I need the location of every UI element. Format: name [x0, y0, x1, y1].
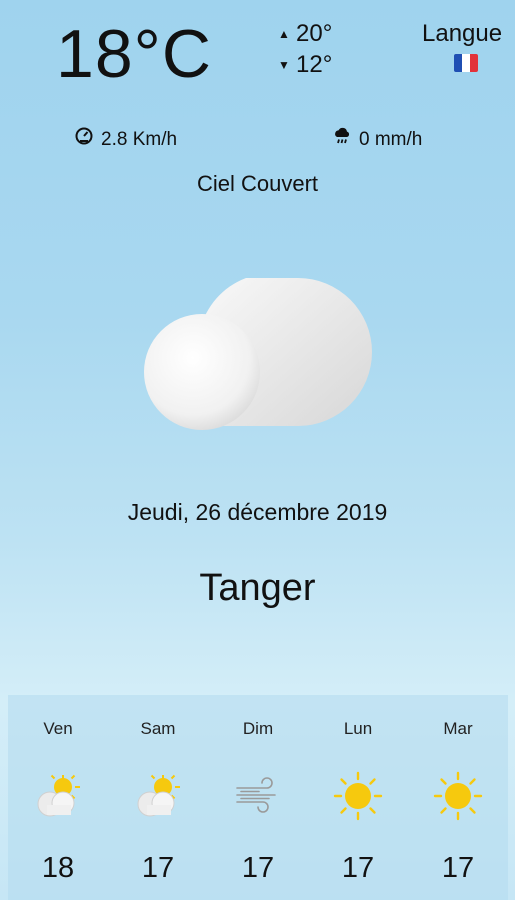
precipitation-value: 0 mm/h	[359, 128, 423, 150]
partly-cloudy-icon	[33, 771, 83, 821]
forecast-day: Dim 17	[208, 695, 308, 900]
current-date: Jeudi, 26 décembre 2019	[127, 499, 388, 525]
wind-speed: 2.8 Km/h	[74, 126, 177, 153]
forecast-day: Mar 17	[408, 695, 508, 900]
wind-speed-value: 2.8 Km/h	[101, 128, 178, 150]
forecast-day-name: Dim	[242, 719, 274, 738]
forecast-panel: Ven 18 Sam 17 Dim 17 Lun 17 Mar 17	[8, 695, 508, 900]
forecast-day-name: Lun	[343, 719, 373, 738]
language-button[interactable]: Langue	[422, 20, 502, 48]
gauge-icon	[74, 126, 94, 153]
wind-icon	[233, 771, 283, 821]
precipitation: 0 mm/h	[332, 126, 422, 153]
arrow-up-icon: ▲	[278, 27, 290, 41]
forecast-day-name: Mar	[443, 719, 473, 738]
max-temperature: ▲ 20°	[278, 20, 332, 48]
france-flag-icon[interactable]	[454, 54, 478, 72]
flag-red-stripe	[470, 54, 478, 72]
forecast-day: Sam 17	[108, 695, 208, 900]
forecast-day: Lun 17	[308, 695, 408, 900]
sun-icon	[433, 771, 483, 821]
forecast-day-name: Sam	[140, 719, 176, 738]
rain-cloud-icon	[332, 126, 352, 153]
partly-cloudy-icon	[133, 771, 183, 821]
sun-icon	[333, 771, 383, 821]
forecast-temperature: 17	[241, 852, 275, 884]
forecast-day-name: Ven	[43, 719, 73, 738]
forecast-day: Ven 18	[8, 695, 108, 900]
flag-white-stripe	[462, 54, 470, 72]
forecast-temperature: 17	[441, 852, 475, 884]
min-temperature-value: 12°	[296, 51, 333, 78]
flag-blue-stripe	[454, 54, 462, 72]
cloudy-icon	[140, 273, 376, 434]
min-temperature: ▼ 12°	[278, 51, 332, 79]
arrow-down-icon: ▼	[278, 58, 290, 72]
city-name[interactable]: Tanger	[0, 566, 515, 610]
weather-condition: Ciel Couvert	[196, 171, 319, 196]
max-temperature-value: 20°	[296, 20, 333, 47]
current-temperature: 18°C	[56, 16, 212, 92]
forecast-temperature: 17	[341, 852, 375, 884]
forecast-temperature: 17	[141, 852, 175, 884]
forecast-temperature: 18	[41, 852, 75, 884]
